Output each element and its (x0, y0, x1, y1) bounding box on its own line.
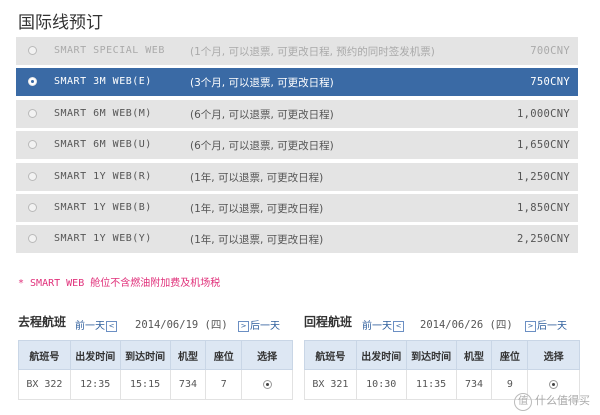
col-header: 机型 (455, 340, 493, 370)
watermark-text: 什么值得买 (535, 394, 590, 407)
fare-description: (6个月, 可以退票, 可更改日程) (190, 108, 334, 121)
return-flight-table: 航班号 出发时间 到达时间 机型 座位 选择 BX 321 10:30 11:3… (304, 340, 580, 400)
outbound-next-day[interactable]: > 后一天 (237, 317, 280, 332)
col-header: 选择 (241, 340, 293, 370)
fare-description: (3个月, 可以退票, 可更改日程) (190, 77, 334, 90)
fare-option-6m-u[interactable]: SMART 6M WEB(U) (6个月, 可以退票, 可更改日程) 1,650… (16, 131, 578, 160)
col-header: 出发时间 (69, 340, 121, 370)
return-next-day[interactable]: > 后一天 (524, 317, 567, 332)
fare-price: 1,000CNY (517, 107, 570, 120)
fare-price: 1,850CNY (517, 201, 570, 214)
fare-option-6m-m[interactable]: SMART 6M WEB(M) (6个月, 可以退票, 可更改日程) 1,000… (16, 99, 578, 128)
fare-price: 1,650CNY (517, 139, 570, 152)
return-title: 回程航班 (304, 315, 353, 329)
aircraft-type: 734 (455, 369, 493, 400)
prev-day-label: 前一天 (75, 321, 105, 332)
next-day-label: 后一天 (537, 321, 567, 332)
fare-name: SMART 1Y WEB(B) (54, 201, 152, 213)
fare-name: SMART 1Y WEB(R) (54, 170, 152, 182)
radio-icon[interactable] (28, 140, 37, 150)
logo-icon: 值 (514, 393, 532, 411)
next-day-label: 后一天 (250, 321, 280, 332)
col-header: 到达时间 (405, 340, 457, 370)
col-header: 航班号 (304, 340, 357, 370)
outbound-prev-day[interactable]: 前一天 < (75, 317, 118, 332)
radio-icon[interactable] (549, 379, 559, 389)
col-header: 机型 (169, 340, 207, 370)
flight-number: BX 322 (18, 369, 71, 400)
fare-name: SMART 3M WEB(E) (54, 76, 152, 88)
fare-description: (6个月, 可以退票, 可更改日程) (190, 140, 334, 153)
chevron-left-icon: < (106, 320, 117, 332)
outbound-flight-table: 航班号 出发时间 到达时间 机型 座位 选择 BX 322 12:35 15:1… (18, 340, 293, 400)
fare-option-1y-y[interactable]: SMART 1Y WEB(Y) (1年, 可以退票, 可更改日程) 2,250C… (16, 225, 578, 254)
fare-option-special[interactable]: SMART SPECIAL WEB (1个月, 可以退票, 可更改日程, 预约的… (16, 37, 578, 65)
fare-description: (1年, 可以退票, 可更改日程) (190, 202, 324, 215)
fare-price: 1,250CNY (517, 170, 570, 183)
fare-name: SMART SPECIAL WEB (54, 45, 165, 56)
fare-description: (1个月, 可以退票, 可更改日程, 预约的同时签发机票) (190, 46, 435, 58)
chevron-right-icon: > (238, 320, 249, 332)
col-header: 航班号 (18, 340, 71, 370)
outbound-title: 去程航班 (18, 315, 67, 329)
watermark: 值什么值得买 (514, 392, 590, 411)
fare-name: SMART 6M WEB(U) (54, 139, 152, 151)
chevron-right-icon: > (525, 320, 536, 332)
fare-option-1y-r[interactable]: SMART 1Y WEB(R) (1年, 可以退票, 可更改日程) 1,250C… (16, 162, 578, 191)
col-header: 座位 (205, 340, 243, 370)
col-header: 座位 (491, 340, 529, 370)
return-prev-day[interactable]: 前一天 < (362, 317, 405, 332)
fare-option-3m-e[interactable]: SMART 3M WEB(E) (3个月, 可以退票, 可更改日程) 750CN… (16, 68, 578, 97)
table-header-row: 航班号 出发时间 到达时间 机型 座位 选择 (304, 340, 580, 370)
fare-note: * SMART WEB 舱位不含燃油附加费及机场税 (18, 278, 221, 289)
fare-option-1y-b[interactable]: SMART 1Y WEB(B) (1年, 可以退票, 可更改日程) 1,850C… (16, 193, 578, 222)
chevron-left-icon: < (393, 320, 404, 332)
fare-list: SMART SPECIAL WEB (1个月, 可以退票, 可更改日程, 预约的… (16, 37, 578, 257)
depart-time: 10:30 (355, 369, 407, 400)
fare-description: (1年, 可以退票, 可更改日程) (190, 234, 324, 247)
seat-count: 7 (205, 369, 243, 400)
table-row[interactable]: BX 322 12:35 15:15 734 7 (18, 369, 293, 400)
outbound-date: 2014/06/19 (四) (135, 319, 228, 331)
select-cell[interactable] (241, 369, 293, 400)
fare-name: SMART 6M WEB(M) (54, 107, 152, 119)
fare-price: 750CNY (530, 76, 570, 89)
table-header-row: 航班号 出发时间 到达时间 机型 座位 选择 (18, 340, 293, 370)
fare-price: 700CNY (530, 45, 570, 57)
arrive-time: 11:35 (405, 369, 457, 400)
radio-icon[interactable] (28, 171, 37, 181)
arrive-time: 15:15 (119, 369, 171, 400)
col-header: 选择 (527, 340, 580, 370)
flight-number: BX 321 (304, 369, 357, 400)
page-title: 国际线预订 (18, 13, 103, 33)
radio-icon[interactable] (262, 379, 272, 389)
radio-icon[interactable] (28, 77, 37, 87)
radio-icon[interactable] (28, 234, 37, 244)
radio-icon[interactable] (28, 46, 37, 55)
depart-time: 12:35 (69, 369, 121, 400)
fare-description: (1年, 可以退票, 可更改日程) (190, 171, 324, 184)
prev-day-label: 前一天 (362, 321, 392, 332)
col-header: 到达时间 (119, 340, 171, 370)
aircraft-type: 734 (169, 369, 207, 400)
radio-icon[interactable] (28, 108, 37, 118)
col-header: 出发时间 (355, 340, 407, 370)
return-date: 2014/06/26 (四) (420, 319, 513, 331)
fare-price: 2,250CNY (517, 233, 570, 246)
radio-icon[interactable] (28, 202, 37, 212)
fare-name: SMART 1Y WEB(Y) (54, 233, 152, 245)
